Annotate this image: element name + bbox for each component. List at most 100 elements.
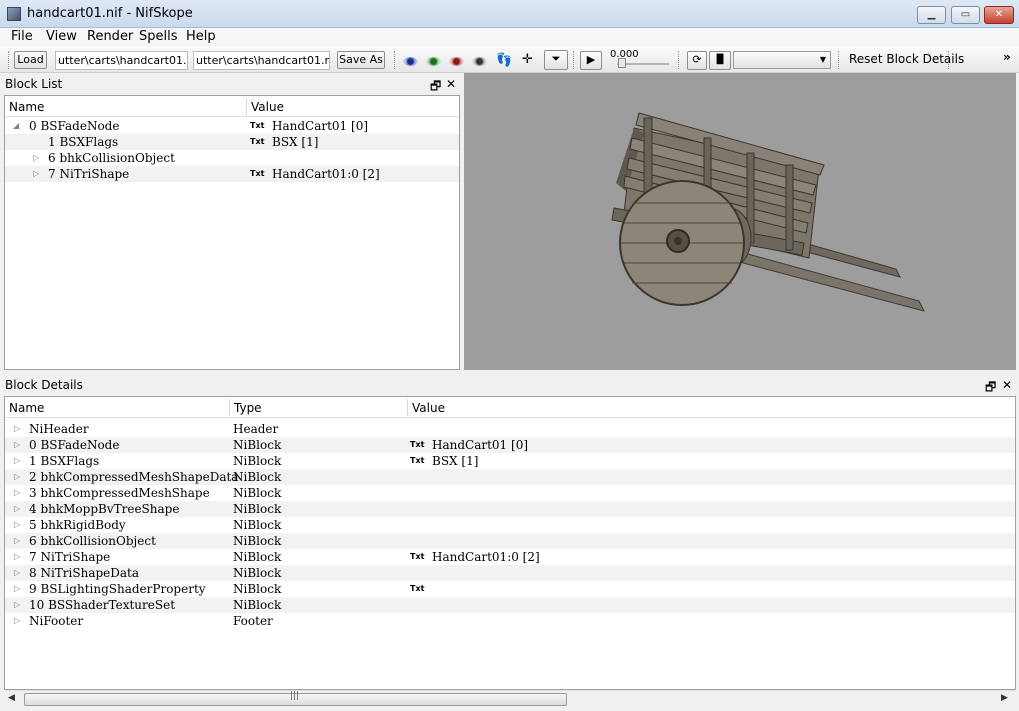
detail-type: NiBlock bbox=[233, 566, 282, 580]
detail-name: 6 bhkCollisionObject bbox=[29, 534, 156, 548]
expand-arrow-icon[interactable]: ▷ bbox=[14, 584, 20, 593]
close-icon[interactable]: ✕ bbox=[1002, 378, 1012, 392]
time-slider-thumb[interactable] bbox=[618, 58, 626, 68]
detail-row[interactable]: ▷ 5 bhkRigidBody NiBlock bbox=[5, 517, 1015, 533]
block-details-dock-title: Block Details 🗗 ✕ bbox=[0, 375, 1019, 395]
expand-arrow-icon[interactable]: ▷ bbox=[14, 552, 20, 561]
play-icon[interactable]: ▶ bbox=[580, 51, 602, 70]
expand-arrow-icon[interactable]: ▷ bbox=[33, 153, 39, 162]
view-walk-eye-icon[interactable] bbox=[472, 57, 487, 66]
detail-value: HandCart01 [0] bbox=[432, 438, 529, 452]
detail-row[interactable]: ▷ 2 bhkCompressedMeshShapeData NiBlock bbox=[5, 469, 1015, 485]
toolbar-grip-3[interactable] bbox=[573, 51, 576, 69]
reset-block-details-button[interactable]: Reset Block Details bbox=[849, 52, 964, 66]
tree-row[interactable]: ◢ 0 BSFadeNode Txt HandCart01 [0] bbox=[5, 118, 459, 134]
column-type[interactable]: Type bbox=[234, 401, 262, 415]
expand-arrow-icon[interactable]: ◢ bbox=[13, 121, 19, 130]
detail-type: NiBlock bbox=[233, 438, 282, 452]
expand-arrow-icon[interactable]: ▷ bbox=[14, 472, 20, 481]
column-separator[interactable] bbox=[246, 98, 247, 115]
tree-row[interactable]: ▷ 7 NiTriShape Txt HandCart01:0 [2] bbox=[5, 166, 459, 182]
footprints-icon[interactable]: 👣 bbox=[496, 53, 512, 68]
expand-arrow-icon[interactable]: ▷ bbox=[14, 504, 20, 513]
detail-row[interactable]: ▷ 10 BSShaderTextureSet NiBlock bbox=[5, 597, 1015, 613]
close-window-button[interactable]: ✕ bbox=[984, 6, 1014, 24]
expand-arrow-icon[interactable]: ▷ bbox=[14, 440, 20, 449]
column-separator[interactable] bbox=[407, 399, 408, 416]
load-button[interactable]: Load bbox=[14, 51, 47, 69]
menu-spells[interactable]: Spells bbox=[139, 29, 178, 44]
axis-icon[interactable]: ✛ bbox=[522, 52, 533, 67]
detail-name: 9 BSLightingShaderProperty bbox=[29, 582, 206, 596]
load-path-input[interactable]: utter\carts\handcart01.nif bbox=[55, 51, 188, 70]
menu-help[interactable]: Help bbox=[186, 29, 216, 44]
block-name: 7 NiTriShape bbox=[48, 167, 130, 181]
column-name[interactable]: Name bbox=[9, 401, 44, 415]
expand-arrow-icon[interactable]: ▷ bbox=[14, 520, 20, 529]
expand-arrow-icon[interactable]: ▷ bbox=[14, 456, 20, 465]
detail-row[interactable]: ▷ 3 bhkCompressedMeshShape NiBlock bbox=[5, 485, 1015, 501]
chevron-down-icon: ▼ bbox=[819, 55, 826, 64]
detail-row[interactable]: ▷ 6 bhkCollisionObject NiBlock bbox=[5, 533, 1015, 549]
expand-arrow-icon[interactable]: ▷ bbox=[14, 600, 20, 609]
horizontal-scrollbar[interactable]: ◀ ||| ▶ bbox=[5, 690, 1015, 707]
detail-row[interactable]: ▷ NiFooter Footer bbox=[5, 613, 1015, 629]
toolbar-grip-5[interactable] bbox=[838, 51, 841, 69]
view-dropdown-icon[interactable]: ⏷ bbox=[544, 50, 568, 70]
expand-arrow-icon[interactable]: ▷ bbox=[14, 488, 20, 497]
detail-row[interactable]: ▷ 1 BSXFlags NiBlock Txt BSX [1] bbox=[5, 453, 1015, 469]
menu-view[interactable]: View bbox=[46, 29, 77, 44]
txt-icon: Txt bbox=[250, 169, 265, 178]
save-path-input[interactable]: utter\carts\handcart01.nif bbox=[193, 51, 330, 70]
detail-row[interactable]: ▷ NiHeader Header bbox=[5, 421, 1015, 437]
column-separator[interactable] bbox=[229, 399, 230, 416]
minimize-button[interactable]: ▁ bbox=[917, 6, 946, 24]
detail-row[interactable]: ▷ 0 BSFadeNode NiBlock Txt HandCart01 [0] bbox=[5, 437, 1015, 453]
expand-arrow-icon[interactable]: ▷ bbox=[14, 424, 20, 433]
animation-sequence-select[interactable]: ▼ bbox=[733, 51, 831, 69]
detail-name: 7 NiTriShape bbox=[29, 550, 111, 564]
toolbar-grip[interactable] bbox=[8, 51, 11, 69]
save-as-button[interactable]: Save As bbox=[337, 51, 385, 69]
block-list-tree[interactable]: Name Value ◢ 0 BSFadeNode Txt HandCart01 [0… bbox=[4, 95, 460, 370]
tree-row[interactable]: 1 BSXFlags Txt BSX [1] bbox=[5, 134, 459, 150]
expand-arrow-icon[interactable]: ▷ bbox=[33, 169, 39, 178]
block-list-dock-title: Block List 🗗 ✕ bbox=[0, 74, 462, 94]
column-name[interactable]: Name bbox=[9, 100, 44, 114]
view-red-eye-icon[interactable] bbox=[449, 57, 464, 66]
detail-name: 2 bhkCompressedMeshShapeData bbox=[29, 470, 239, 484]
toolbar-overflow-icon[interactable]: » bbox=[1003, 50, 1011, 64]
menu-file[interactable]: File bbox=[11, 29, 33, 44]
toolbar-grip-2[interactable] bbox=[394, 51, 397, 69]
detail-type: NiBlock bbox=[233, 470, 282, 484]
column-value[interactable]: Value bbox=[412, 401, 445, 415]
detail-row[interactable]: ▷ 4 bhkMoppBvTreeShape NiBlock bbox=[5, 501, 1015, 517]
loop-icon[interactable]: ⟳ bbox=[687, 51, 707, 70]
scroll-right-icon[interactable]: ▶ bbox=[1001, 693, 1008, 703]
handcart-model bbox=[611, 112, 925, 312]
scroll-left-icon[interactable]: ◀ bbox=[8, 693, 15, 703]
detail-row[interactable]: ▷ 8 NiTriShapeData NiBlock bbox=[5, 565, 1015, 581]
detail-name: NiHeader bbox=[29, 422, 89, 436]
detail-row[interactable]: ▷ 7 NiTriShape NiBlock Txt HandCart01:0 [2] bbox=[5, 549, 1015, 565]
expand-arrow-icon[interactable]: ▷ bbox=[14, 568, 20, 577]
tree-row[interactable]: ▷ 6 bhkCollisionObject bbox=[5, 150, 459, 166]
block-details-tree[interactable]: Name Type Value ▷ NiHeader Header ▷ 0 BSFade… bbox=[4, 396, 1016, 690]
column-value[interactable]: Value bbox=[251, 100, 284, 114]
step-icon[interactable]: ▐▌ bbox=[709, 51, 731, 70]
view-blue-eye-icon[interactable] bbox=[403, 57, 418, 66]
maximize-button[interactable]: ▭ bbox=[951, 6, 980, 24]
block-name: 1 BSXFlags bbox=[48, 135, 119, 149]
detail-row[interactable]: ▷ 9 BSLightingShaderProperty NiBlock Txt bbox=[5, 581, 1015, 597]
toolbar-grip-4[interactable] bbox=[678, 51, 681, 69]
view-green-eye-icon[interactable] bbox=[426, 57, 441, 66]
close-icon[interactable]: ✕ bbox=[446, 77, 456, 91]
menu-render[interactable]: Render bbox=[87, 29, 133, 44]
expand-arrow-icon[interactable]: ▷ bbox=[14, 536, 20, 545]
txt-icon: Txt bbox=[410, 552, 425, 561]
render-viewport[interactable] bbox=[464, 73, 1016, 370]
scroll-grip-icon: ||| bbox=[290, 691, 300, 701]
txt-icon: Txt bbox=[410, 456, 425, 465]
detail-type: NiBlock bbox=[233, 598, 282, 612]
expand-arrow-icon[interactable]: ▷ bbox=[14, 616, 20, 625]
